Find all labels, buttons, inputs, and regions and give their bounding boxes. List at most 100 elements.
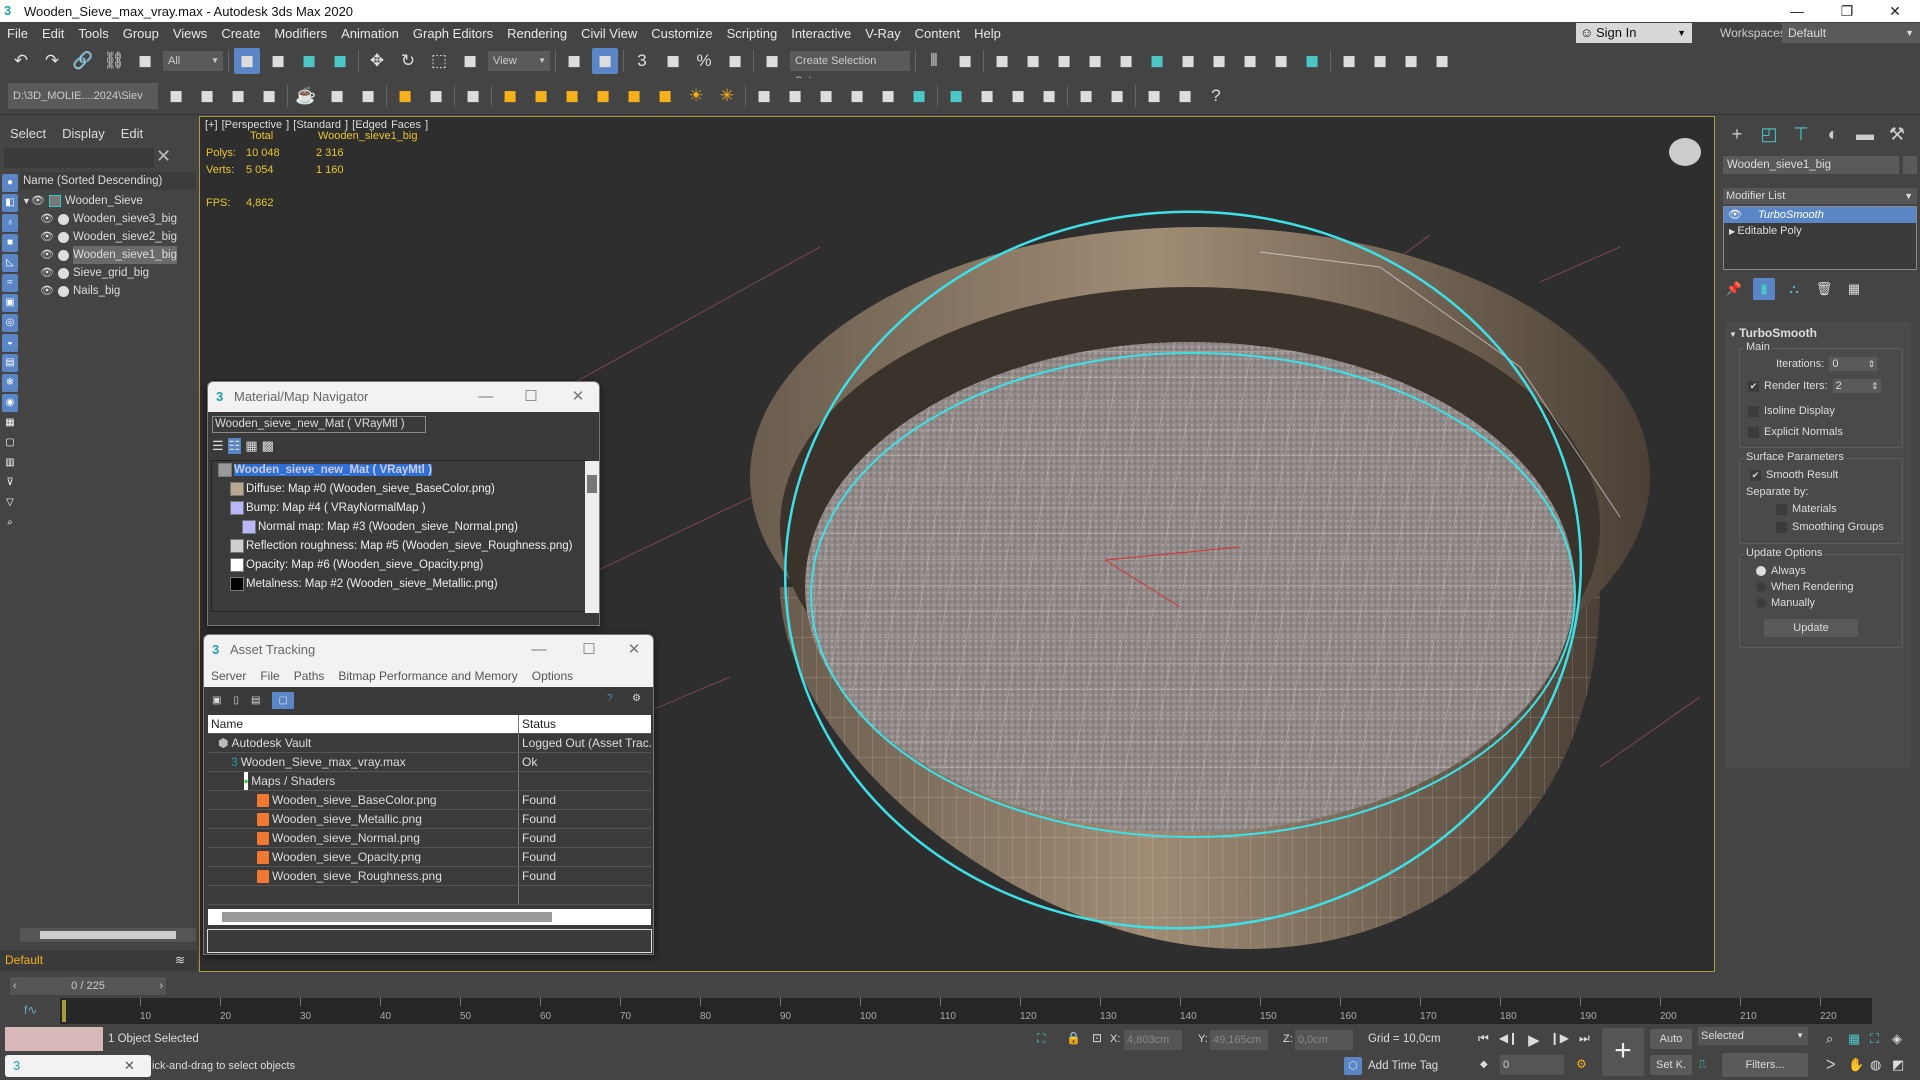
lights-filter-icon[interactable]: ♁	[2, 214, 18, 232]
next-frame-icon[interactable]: ❙▶	[1550, 1031, 1569, 1049]
minimize-button[interactable]: —	[471, 382, 501, 412]
vray-camera-icon[interactable]: ◼	[423, 83, 449, 109]
vray-logo-icon[interactable]: ◼	[1104, 83, 1130, 109]
material-tree-item[interactable]: Reflection roughness: Map #5 (Wooden_sie…	[230, 539, 572, 553]
project-files-icon[interactable]: ◼	[256, 83, 282, 109]
schematic-view-icon[interactable]: ◼	[1113, 48, 1139, 74]
render-iterative-icon[interactable]: ◼	[1268, 48, 1294, 74]
horizontal-scrollbar[interactable]	[208, 909, 651, 925]
table-row[interactable]: Wooden_sieve_Opacity.png Found	[208, 848, 651, 867]
toggle-ribbon-icon[interactable]: ◼	[1051, 48, 1077, 74]
explicit-normals-checkbox[interactable]	[1748, 426, 1759, 438]
column-header-status[interactable]: Status	[519, 715, 651, 733]
bones-filter-icon[interactable]: ◒	[2, 334, 18, 352]
groups-filter-icon[interactable]: ▣	[2, 294, 18, 312]
menu-group[interactable]: Group	[116, 26, 166, 41]
link-icon[interactable]: 🔗	[70, 48, 96, 74]
absolute-mode-icon[interactable]: ⊡	[1092, 1031, 1102, 1045]
minimize-button[interactable]: —	[524, 635, 554, 665]
menu-server[interactable]: Server	[211, 669, 246, 683]
table-row[interactable]: Wooden_sieve_BaseColor.png Found	[208, 791, 651, 810]
scene-search-input[interactable]	[4, 148, 154, 168]
scene-item[interactable]: 👁 Nails_big	[20, 282, 196, 300]
vray-light-select-icon[interactable]: ✳	[714, 83, 740, 109]
reference-coord-dropdown[interactable]: View	[488, 51, 550, 71]
eye-icon[interactable]: 👁	[1728, 207, 1742, 223]
radio-button[interactable]	[1756, 582, 1766, 592]
vray-dome-icon[interactable]: ◼	[528, 83, 554, 109]
vertical-scrollbar[interactable]	[585, 461, 599, 613]
scene-item[interactable]: 👁 Sieve_grid_big	[20, 264, 196, 282]
menu-edit[interactable]: Edit	[121, 126, 143, 141]
vray-material-icon[interactable]: ◼	[943, 83, 969, 109]
asset-path-field[interactable]	[207, 929, 652, 953]
vray-sun-icon[interactable]: ☀	[683, 83, 709, 109]
table-row[interactable]: 3 Wooden_Sieve_max_vray.max Ok	[208, 753, 651, 772]
table-row[interactable]: Wooden_sieve_Metallic.png Found	[208, 810, 651, 829]
time-slider[interactable]: ‹ 0 / 225 ›	[0, 975, 1920, 997]
named-selection-set-dropdown[interactable]: Create Selection Set	[790, 51, 910, 91]
auto-key-button[interactable]: Auto	[1650, 1029, 1692, 1049]
minimize-button[interactable]: —	[1774, 0, 1820, 22]
show-end-result-icon[interactable]: ▮	[1753, 278, 1775, 300]
angle-snap-icon[interactable]: ◼	[660, 48, 686, 74]
isolate-selection-icon[interactable]: ⛶	[1037, 1031, 1045, 1046]
menu-bitmap-performance-and-memory[interactable]: Bitmap Performance and Memory	[338, 669, 517, 683]
edit-named-sets-icon[interactable]: ◼	[759, 48, 785, 74]
menu-customize[interactable]: Customize	[644, 26, 719, 41]
mirror-icon[interactable]: ⫴	[921, 48, 947, 74]
smooth-result-checkbox[interactable]: ✔	[1750, 469, 1761, 481]
spacewarps-filter-icon[interactable]: ≈	[2, 274, 18, 292]
maximize-button[interactable]: ☐	[516, 382, 546, 412]
vray-convert-icon[interactable]: ◼	[1036, 83, 1062, 109]
render-iters-spinner[interactable]: 2	[1832, 379, 1881, 393]
helpers-filter-icon[interactable]: ◺	[2, 254, 18, 272]
visibility-eye-icon[interactable]: 👁	[40, 210, 54, 228]
material-tree-item[interactable]: Normal map: Map #3 (Wooden_sieve_Normal.…	[242, 520, 518, 534]
visibility-eye-icon[interactable]: 👁	[31, 192, 45, 210]
object-color-swatch[interactable]	[1903, 156, 1917, 174]
field-of-view-icon[interactable]: ᐳ	[1826, 1057, 1848, 1073]
motion-tab-icon[interactable]: ◐	[1819, 124, 1847, 148]
view-list-icon[interactable]: ☰	[212, 438, 224, 454]
cameras-filter-icon[interactable]: ■	[2, 234, 18, 252]
tree-item-root[interactable]: ▼ 👁 Wooden_Sieve	[20, 192, 196, 210]
maximize-button[interactable]: ☐	[574, 635, 604, 665]
hidden-filter-icon[interactable]: ◉	[2, 394, 18, 412]
set-key-big-button[interactable]: +	[1602, 1028, 1644, 1076]
visibility-eye-icon[interactable]: 👁	[40, 228, 54, 246]
keyboard-shortcut-icon[interactable]: ◼	[592, 48, 618, 74]
window-crossing-icon[interactable]: ◼	[327, 48, 353, 74]
menu-v-ray[interactable]: V-Ray	[858, 26, 907, 41]
settings-icon[interactable]: ⚙	[632, 693, 641, 704]
menu-options[interactable]: Options	[532, 669, 573, 683]
view-small-icons-icon[interactable]: ▦	[245, 438, 257, 454]
radio-when-rendering[interactable]: When Rendering	[1756, 581, 1854, 593]
current-frame-marker[interactable]	[62, 1000, 66, 1022]
help-icon[interactable]: ?	[607, 693, 613, 704]
help-icon[interactable]: ?	[1203, 83, 1229, 109]
funnel-icon[interactable]: ▽	[2, 494, 18, 512]
close-icon[interactable]: ✕	[124, 1058, 135, 1073]
vray-volume-icon[interactable]: ◼	[906, 83, 932, 109]
vray-decal-icon[interactable]: ◼	[844, 83, 870, 109]
previous-frame-icon[interactable]: ◀❙	[1499, 1031, 1518, 1049]
default-tangents-icon[interactable]: ⎍	[1698, 1057, 1706, 1072]
material-tree-item[interactable]: Opacity: Map #6 (Wooden_sieve_Opacity.pn…	[230, 558, 483, 572]
material-tree-item[interactable]: Diffuse: Map #0 (Wooden_sieve_BaseColor.…	[230, 482, 495, 496]
bind-spacewarp-icon[interactable]: ◼	[132, 48, 158, 74]
expand-icon[interactable]: ▼	[22, 192, 31, 210]
scene-item[interactable]: 👁 Wooden_sieve2_big	[20, 228, 196, 246]
vray-obj-props-icon[interactable]: ◼	[813, 83, 839, 109]
clear-search-icon[interactable]: ✕	[156, 146, 171, 167]
menu-create[interactable]: Create	[214, 26, 267, 41]
display-tab-icon[interactable]: ▬	[1851, 124, 1879, 148]
pan-icon[interactable]: ✋	[1848, 1057, 1870, 1073]
taskbar-thumbnail[interactable]: 3 ✕	[5, 1055, 151, 1077]
make-unique-icon[interactable]: ⛬	[1783, 278, 1805, 300]
close-button[interactable]: ✕	[619, 635, 649, 665]
menu-graph-editors[interactable]: Graph Editors	[406, 26, 500, 41]
menu-display[interactable]: Display	[62, 126, 105, 141]
rendered-frame-icon[interactable]: ◼	[1206, 48, 1232, 74]
horizontal-scrollbar[interactable]	[20, 928, 196, 942]
